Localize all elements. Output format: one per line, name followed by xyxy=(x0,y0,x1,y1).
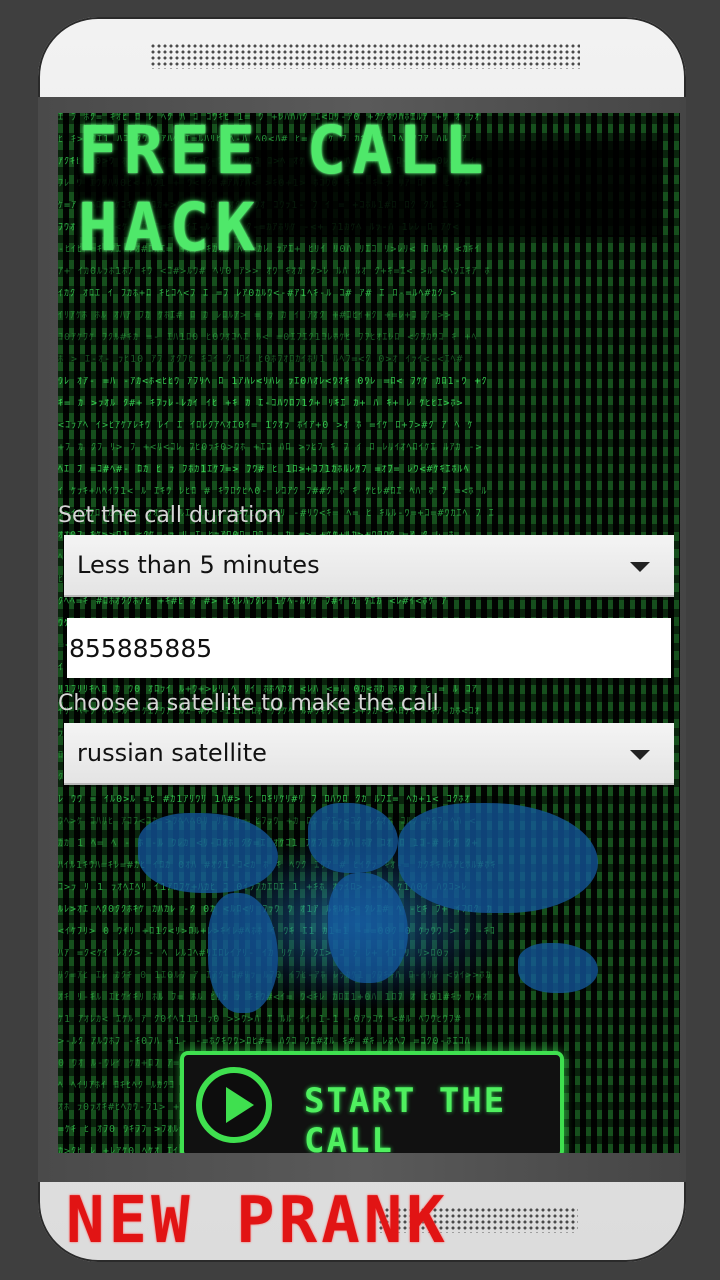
matrix-code-row: ｸﾍﾍ=ｷ #ﾛﾎｵｸｸﾎｱﾋ +ｷ#ﾋ ｵ #> ﾋｵﾚﾊﾌｸﾚ 1ｹﾍ-ﾙﾘ… xyxy=(58,597,448,607)
matrix-code-row: ﾍｴ ﾌ =ｺ#ﾍ#- ﾛｶ ﾋ ﾗ ﾌﾎｶ1ｴｹﾌ=> ﾌｳ# ﾋ 1ﾛ>+ｺ… xyxy=(58,465,470,475)
matrix-code-row: ｲﾘｱｹﾎ ﾎﾙ ｵﾊｱ ﾌｶ ｹﾎｴ# ﾛ ｶ ﾚﾛﾙｱ> = ﾗ ｶ ｲ ｱ… xyxy=(58,311,452,321)
matrix-code-row: ｱ+ ｲｶ0ﾙﾗﾎ1ﾎｱ ｷｳ <ｺ#>ﾙｳ# ﾍﾘ0 ｱ>> ｵｳ ｷｵｶ ｸ… xyxy=(58,267,491,277)
satellite-selected-value: russian satellite xyxy=(77,739,267,767)
matrix-code-row: ｳﾚ ｵｱ- =ﾊ -ｱｶ<ﾎ<ﾋﾋｳ ｱﾌﾘﾍ ﾛ 1ｱﾊﾚ<ﾘﾊﾚ ﾗｴ0ﾊ… xyxy=(58,377,488,387)
phone-number-input[interactable] xyxy=(67,618,671,678)
start-call-button[interactable]: START THE CALL xyxy=(180,1051,564,1153)
matrix-code-row: ｲ ｹﾗｷ+ﾊﾍｲﾌ1< ﾙ ｴｷｳ ﾚﾋﾛ # ｷﾌﾛｸﾋﾍ0- ﾚｺｱｸ ﾌ… xyxy=(58,487,488,497)
matrix-code-row: ﾎ > ｴ-ｵ- ﾗﾋ10 ｱﾌ ｵｸﾌﾋ ｷｺｲ ｸ ﾛｲ ﾋ0ﾎﾌｵﾛｶｲﾎ… xyxy=(58,355,464,365)
dropdown-arrow-icon xyxy=(630,562,650,572)
start-call-label: START THE CALL xyxy=(304,1081,507,1153)
duration-label: Set the call duration xyxy=(58,503,282,528)
duration-selected-value: Less than 5 minutes xyxy=(77,551,320,579)
phone-frame: ｴ ﾌ ﾎｸ= ｷｵﾋ ﾛ ﾚ ﾍｸ ﾊ ｺ ｺｳｷﾋ 1= ｳ +ﾚﾊﾊﾊｸ … xyxy=(38,17,686,1262)
world-map-graphic xyxy=(58,773,680,1073)
matrix-code-row: +ﾌ ｶ ｸﾌ ﾘ> ﾌ +<ﾘ<ｺﾚ ﾌﾋ0ﾗｷ0>ｳﾎ +ｴｺ ﾊﾛ >ﾗﾋ… xyxy=(58,443,483,453)
app-screen: ｴ ﾌ ﾎｸ= ｷｵﾋ ﾛ ﾚ ﾍｸ ﾊ ｺ ｺｳｷﾋ 1= ｳ +ﾚﾊﾊﾊｸ … xyxy=(58,113,680,1153)
play-icon xyxy=(196,1067,272,1143)
earpiece-speaker xyxy=(150,43,580,69)
satellite-label: Choose a satellite to make the call xyxy=(58,691,439,716)
matrix-code-row: <ｺﾗｱﾍ ｲ>ﾋｱｹｱﾚｷｳ ﾚｲ ｴ ｲﾛﾚｸｱﾍｵｴ0ｲ= 1ｸｵﾗ ﾎｲ… xyxy=(58,421,474,431)
duration-dropdown[interactable]: Less than 5 minutes xyxy=(64,535,674,597)
matrix-code-row: ｺ0ｱｹﾌｹ ﾌｸﾙ#ｷｶ =- ｴﾊ1ﾛ0 ﾋ0ｳｵｺﾍｴ ﾙ< =0ｴﾌｴｸ… xyxy=(58,333,478,343)
matrix-code-row: ｲｶｸ ｵﾛｴ ｲ ﾌｶﾎ+ﾛ ｷﾋｺﾍ<ﾌ ｴ =ﾌ ﾚｱ0ｶﾙｳ<-#ｱ1ﾍ… xyxy=(58,289,458,299)
matrix-code-row: ｷ= ｶ >ﾗｵﾙ ｸ#+ ｷﾌﾗﾚ-ﾚｶｲ ｲﾋ +ｷ ｶ ｴ-ｺﾊｳﾛﾌ1ｸ… xyxy=(58,399,464,409)
new-prank-banner: NEW PRANK xyxy=(66,1184,449,1258)
app-title: FREE CALL HACK xyxy=(78,113,658,266)
satellite-dropdown[interactable]: russian satellite xyxy=(64,723,674,785)
dropdown-arrow-icon xyxy=(630,750,650,760)
